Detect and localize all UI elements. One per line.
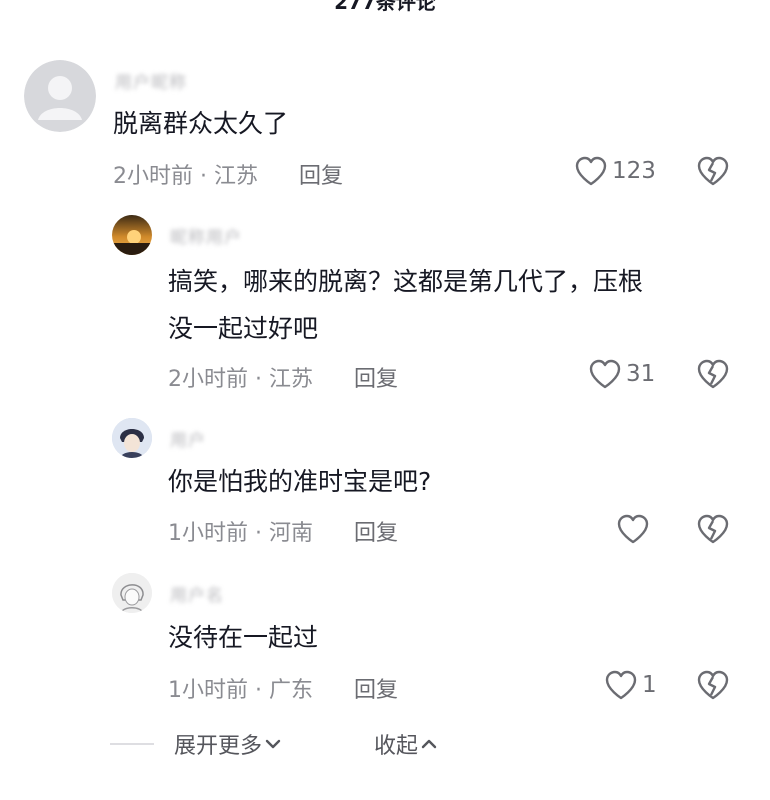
reply-button[interactable]: 回复 xyxy=(299,164,343,189)
reply-button[interactable]: 回复 xyxy=(354,521,398,546)
like-count: 1 xyxy=(642,672,657,698)
user-avatar[interactable] xyxy=(112,418,152,458)
dislike-button[interactable] xyxy=(696,514,730,548)
user-avatar[interactable] xyxy=(112,215,152,255)
replies-toggle-row: 展开更多 收起 xyxy=(110,728,440,760)
heart-icon xyxy=(617,514,649,544)
comment-location: 江苏 xyxy=(214,164,259,189)
reply-meta: 1小时前 · 广东 回复 xyxy=(168,678,399,703)
reply-text-line: 没待在一起过 xyxy=(168,623,319,652)
like-button[interactable]: 31 xyxy=(588,359,655,389)
dislike-button[interactable] xyxy=(696,359,730,393)
expand-more-button[interactable]: 展开更多 xyxy=(174,728,284,760)
anime-avatar-icon xyxy=(112,418,152,458)
heart-icon xyxy=(589,359,621,389)
reply-button[interactable]: 回复 xyxy=(354,678,398,703)
heart-icon xyxy=(575,156,607,186)
sketch-avatar-icon xyxy=(112,573,152,613)
collapse-label: 收起 xyxy=(374,734,419,759)
comment-meta: 2小时前 · 江苏 回复 xyxy=(113,164,344,189)
reply-username[interactable]: 用户 xyxy=(170,426,206,451)
like-button[interactable] xyxy=(616,514,654,544)
broken-heart-icon xyxy=(697,514,729,544)
reply-meta: 1小时前 · 河南 回复 xyxy=(168,521,399,546)
heart-icon xyxy=(605,670,637,700)
comment-count-title: 277条评论 xyxy=(334,0,436,14)
chevron-down-icon xyxy=(265,739,281,749)
like-count: 31 xyxy=(626,361,656,387)
like-button[interactable]: 1 xyxy=(604,670,657,700)
reply-location: 广东 xyxy=(269,678,314,703)
broken-heart-icon xyxy=(697,156,729,186)
dislike-button[interactable] xyxy=(696,670,730,704)
default-avatar[interactable] xyxy=(24,60,96,132)
reply-time: 1小时前 xyxy=(168,521,248,546)
reply-username[interactable]: 用户名 xyxy=(170,581,224,606)
user-placeholder-icon xyxy=(24,60,96,132)
like-button[interactable]: 123 xyxy=(574,156,656,186)
broken-heart-icon xyxy=(697,359,729,389)
collapse-button[interactable]: 收起 xyxy=(374,728,440,760)
reply-meta: 2小时前 · 江苏 回复 xyxy=(168,367,399,392)
comment-text: 脱离群众太久了 xyxy=(113,109,289,138)
sunset-avatar-icon xyxy=(112,230,152,255)
chevron-up-icon xyxy=(421,739,437,749)
reply-location: 江苏 xyxy=(269,367,314,392)
reply-text-line: 搞笑，哪来的脱离？这都是第几代了，压根 xyxy=(168,267,644,296)
reply-username[interactable]: 昵称用户 xyxy=(170,223,242,248)
divider xyxy=(110,743,154,745)
comment-time: 2小时前 xyxy=(113,164,193,189)
reply-text-line: 你是怕我的准时宝是吧? xyxy=(168,467,432,496)
reply-time: 2小时前 xyxy=(168,367,248,392)
broken-heart-icon xyxy=(697,670,729,700)
reply-button[interactable]: 回复 xyxy=(354,367,398,392)
expand-more-label: 展开更多 xyxy=(174,734,263,759)
comment-username[interactable]: 用户昵称 xyxy=(115,68,187,93)
reply-text-line: 没一起过好吧 xyxy=(168,314,319,343)
user-avatar[interactable] xyxy=(112,573,152,613)
like-count: 123 xyxy=(612,158,656,184)
reply-time: 1小时前 xyxy=(168,678,248,703)
reply-location: 河南 xyxy=(269,521,314,546)
dislike-button[interactable] xyxy=(696,156,730,190)
